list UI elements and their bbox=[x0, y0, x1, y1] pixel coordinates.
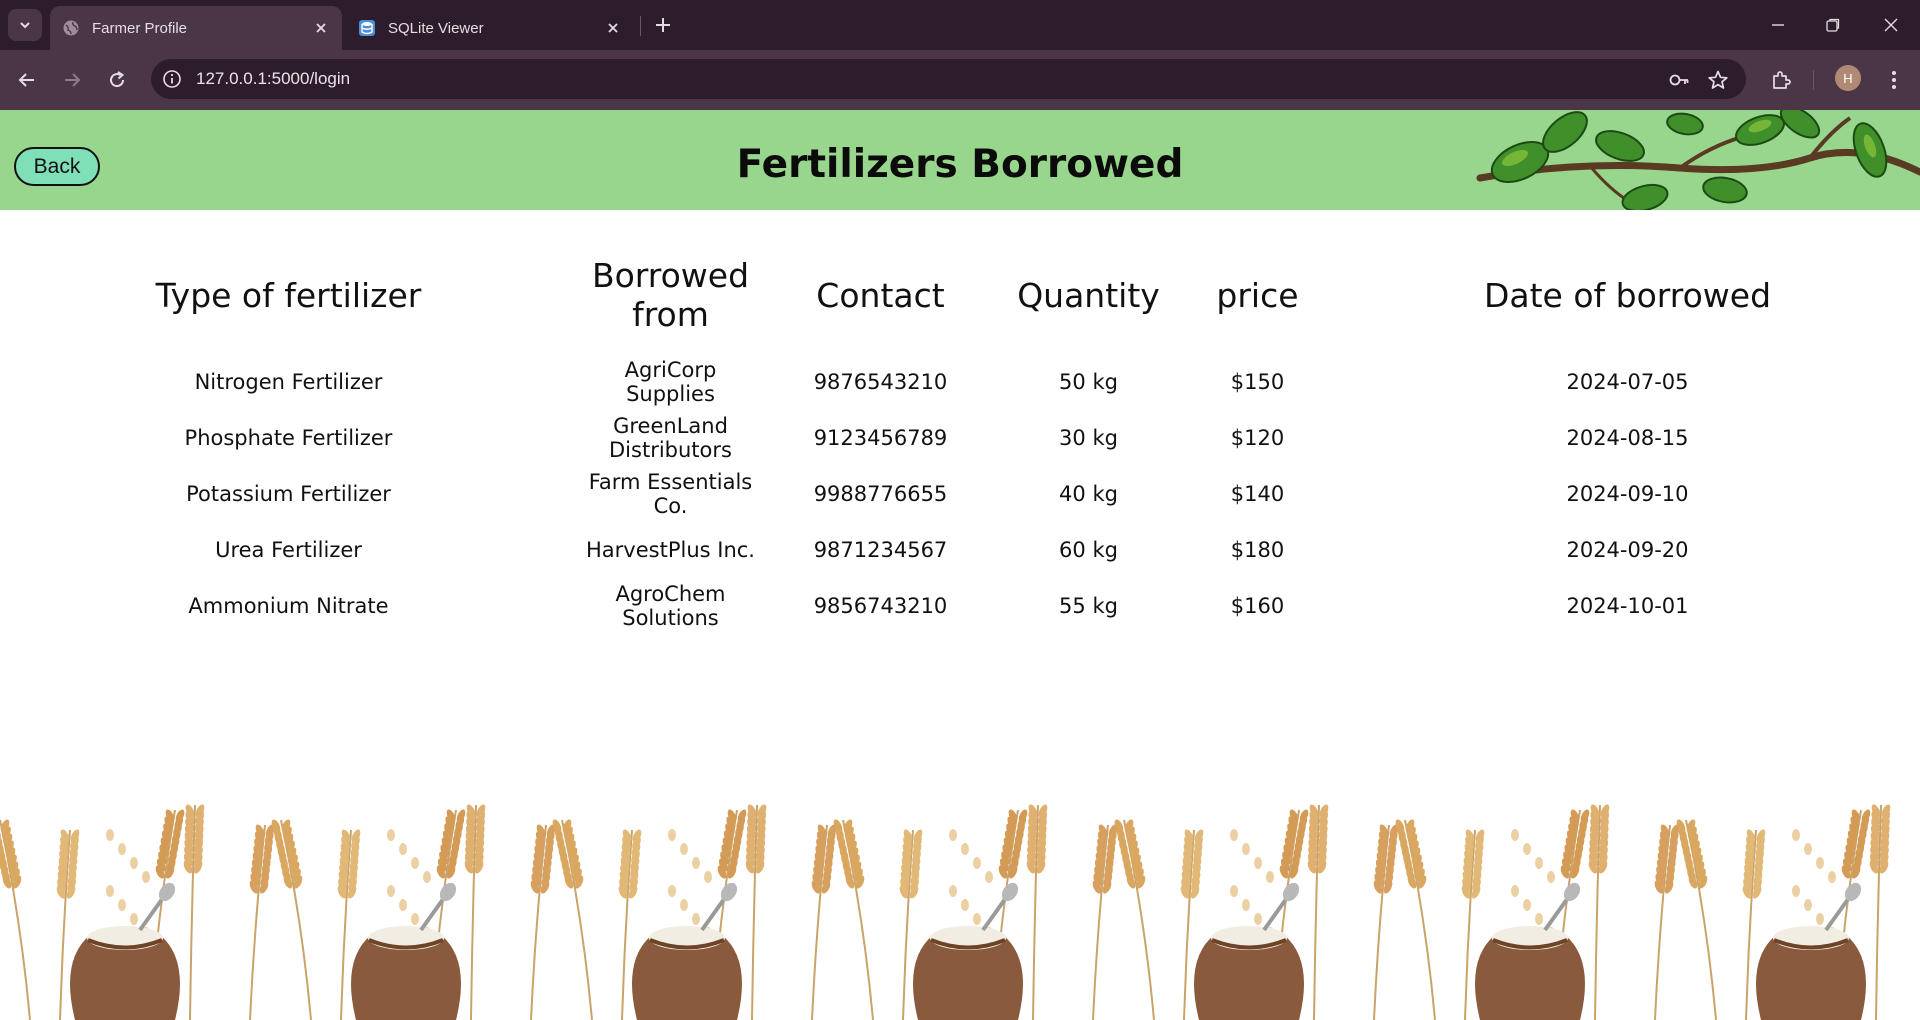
password-key-icon[interactable] bbox=[1668, 69, 1690, 91]
table-row: Nitrogen Fertilizer AgriCorp Supplies 9876… bbox=[0, 334, 1920, 410]
table-cell: Farm Essentials Co. bbox=[588, 470, 753, 518]
leafy-branch-decoration bbox=[1476, 110, 1920, 210]
toolbar-divider bbox=[1813, 70, 1814, 90]
table-row: Phosphate Fertilizer GreenLand Distributo… bbox=[0, 410, 1920, 466]
puzzle-icon bbox=[1773, 71, 1791, 89]
fertilizers-table: Type of fertilizer Borrowed from Contact… bbox=[0, 256, 1920, 634]
page-content: Back Fertilizers Borrowed Type of fertil… bbox=[0, 110, 1920, 1020]
table-row: Potassium Fertilizer Farm Essentials Co. 9… bbox=[0, 466, 1920, 522]
profile-avatar[interactable]: H bbox=[1835, 65, 1861, 91]
close-icon bbox=[1884, 18, 1898, 32]
table-cell: 9123456789 bbox=[813, 426, 948, 450]
close-icon[interactable] bbox=[604, 19, 622, 37]
back-nav-button[interactable] bbox=[13, 66, 41, 94]
table-cell: 2024-07-05 bbox=[1566, 370, 1689, 394]
url-text[interactable]: 127.0.0.1:5000/login bbox=[196, 69, 350, 89]
table-cell: 2024-09-10 bbox=[1566, 482, 1689, 506]
back-button[interactable]: Back bbox=[14, 147, 100, 186]
table-cell: 2024-10-01 bbox=[1566, 594, 1689, 618]
table-cell: 2024-09-20 bbox=[1566, 538, 1689, 562]
chevron-down-icon bbox=[20, 22, 30, 29]
table-cell: 9871234567 bbox=[813, 538, 948, 562]
arrow-left-icon bbox=[18, 73, 34, 87]
column-header: Borrowed from bbox=[591, 256, 750, 334]
table-cell: Nitrogen Fertilizer bbox=[194, 370, 383, 394]
column-header: Contact bbox=[816, 275, 945, 315]
table-cell: $160 bbox=[1230, 594, 1285, 618]
table-row: Ammonium Nitrate AgroChem Solutions 985674… bbox=[0, 578, 1920, 634]
minimize-button[interactable] bbox=[1765, 12, 1791, 38]
restore-icon bbox=[1826, 18, 1840, 32]
restore-button[interactable] bbox=[1820, 12, 1846, 38]
tab-title: Farmer Profile bbox=[92, 19, 188, 37]
table-cell: 55 kg bbox=[1059, 594, 1118, 618]
globe-icon bbox=[63, 20, 79, 36]
reload-button[interactable] bbox=[103, 66, 131, 94]
minimize-icon bbox=[1772, 24, 1784, 26]
tab-sqlite-viewer[interactable]: SQLite Viewer bbox=[346, 6, 634, 50]
table-cell: 30 kg bbox=[1059, 426, 1118, 450]
column-header: price bbox=[1216, 275, 1299, 315]
table-cell: 50 kg bbox=[1059, 370, 1118, 394]
table-cell: AgroChem Solutions bbox=[615, 582, 726, 630]
table-header-row: Type of fertilizer Borrowed from Contact… bbox=[0, 256, 1920, 334]
table-cell: $120 bbox=[1230, 426, 1285, 450]
plus-icon bbox=[656, 18, 670, 32]
close-window-button[interactable] bbox=[1878, 12, 1904, 38]
table-cell: 40 kg bbox=[1059, 482, 1118, 506]
database-icon bbox=[359, 20, 375, 36]
reload-icon bbox=[110, 71, 125, 88]
table-cell: 9856743210 bbox=[813, 594, 948, 618]
column-header: Quantity bbox=[1017, 275, 1160, 315]
page-header: Back Fertilizers Borrowed bbox=[0, 110, 1920, 210]
table-cell: $150 bbox=[1230, 370, 1285, 394]
table-cell: HarvestPlus Inc. bbox=[586, 538, 755, 562]
tab-search-button[interactable] bbox=[8, 9, 42, 41]
bookmark-star-icon[interactable] bbox=[1707, 69, 1729, 91]
new-tab-button[interactable] bbox=[650, 12, 676, 38]
site-info-icon[interactable] bbox=[162, 69, 182, 89]
table-cell: AgriCorp Supplies bbox=[624, 358, 717, 406]
table-cell: Urea Fertilizer bbox=[215, 538, 362, 562]
tab-farmer-profile[interactable]: Farmer Profile bbox=[50, 6, 342, 50]
tab-separator bbox=[640, 16, 641, 36]
close-icon[interactable] bbox=[312, 19, 330, 37]
table-cell: Ammonium Nitrate bbox=[188, 594, 389, 618]
table-cell: 9876543210 bbox=[813, 370, 948, 394]
table-cell: GreenLand Distributors bbox=[609, 414, 732, 462]
arrow-right-icon bbox=[65, 73, 81, 87]
address-bar[interactable]: 127.0.0.1:5000/login bbox=[151, 59, 1746, 99]
table-row: Urea Fertilizer HarvestPlus Inc. 987123456… bbox=[0, 522, 1920, 578]
table-cell: 9988776655 bbox=[813, 482, 948, 506]
wheat-sacks-decoration bbox=[0, 804, 1891, 1020]
menu-button[interactable] bbox=[1880, 66, 1908, 94]
table-cell: Potassium Fertilizer bbox=[186, 482, 391, 506]
kebab-menu-icon bbox=[1892, 71, 1896, 89]
tab-title: SQLite Viewer bbox=[388, 19, 484, 37]
column-header: Date of borrowed bbox=[1483, 275, 1772, 315]
browser-toolbar: 127.0.0.1:5000/login H bbox=[0, 50, 1920, 110]
table-cell: Phosphate Fertilizer bbox=[184, 426, 393, 450]
table-cell: $180 bbox=[1230, 538, 1285, 562]
column-header: Type of fertilizer bbox=[155, 275, 422, 315]
table-cell: 2024-08-15 bbox=[1566, 426, 1689, 450]
table-cell: 60 kg bbox=[1059, 538, 1118, 562]
extensions-button[interactable] bbox=[1767, 66, 1795, 94]
table-cell: $140 bbox=[1230, 482, 1285, 506]
browser-tab-bar: Farmer Profile SQLite Viewer bbox=[0, 0, 1920, 50]
forward-nav-button[interactable] bbox=[58, 66, 86, 94]
